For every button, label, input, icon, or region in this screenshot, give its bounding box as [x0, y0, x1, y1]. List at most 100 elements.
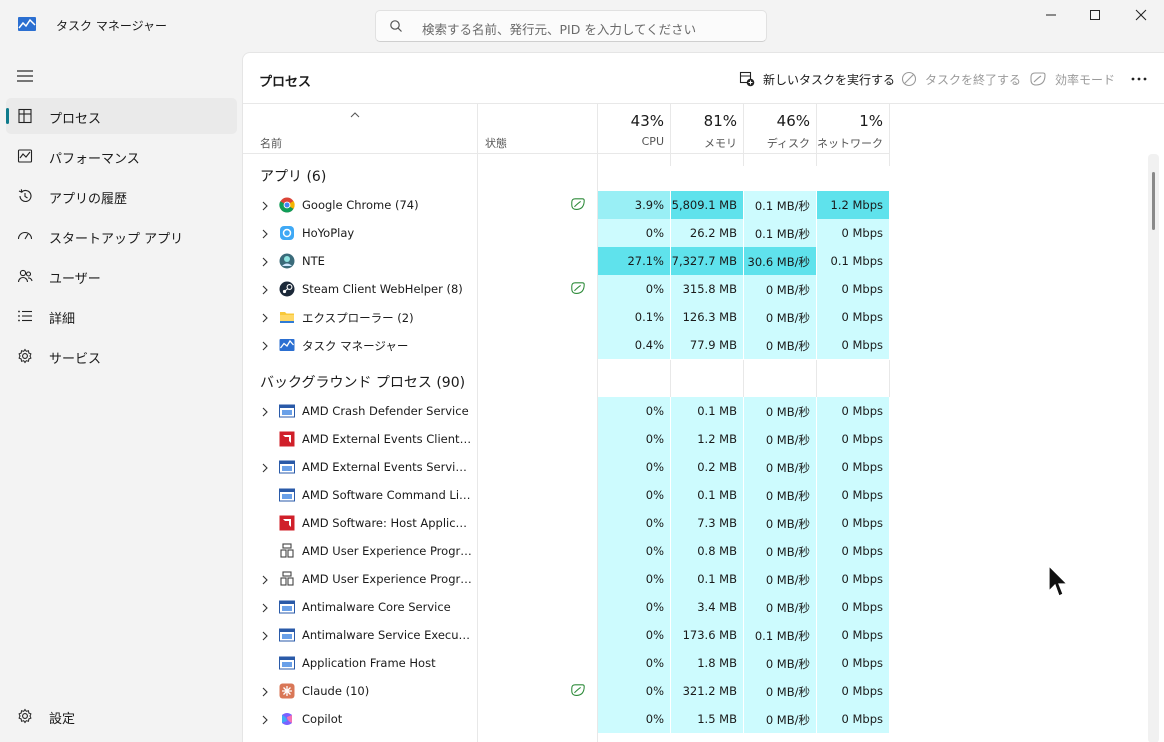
process-row[interactable]: エクスプローラー (2) 0.1% 126.3 MB 0 MB/秒 0 Mbps: [243, 303, 889, 331]
process-row[interactable]: AMD Crash Defender Service 0% 0.1 MB 0 MB/秒…: [243, 397, 889, 425]
network-cell: 0 Mbps: [817, 303, 889, 331]
cpu-cell: 0%: [598, 397, 670, 425]
cpu-cell: 0%: [598, 705, 670, 733]
sidebar-item-services[interactable]: サービス: [6, 338, 237, 374]
expand-chevron-icon[interactable]: [261, 340, 269, 351]
column-divider: [889, 104, 890, 154]
column-header-cpu[interactable]: 43% CPU: [598, 104, 670, 153]
process-row[interactable]: AMD External Events Service ... 0% 0.2 MB 0…: [243, 453, 889, 481]
expand-chevron-icon[interactable]: [261, 714, 269, 725]
sidebar-item-performance[interactable]: パフォーマンス: [6, 138, 237, 174]
column-header-network[interactable]: 1% ネットワーク: [817, 104, 889, 153]
network-cell: 0 Mbps: [817, 677, 889, 705]
end-task-button[interactable]: タスクを終了する: [901, 69, 1021, 89]
process-row[interactable]: Claude (10) 0% 321.2 MB 0 MB/秒 0 Mbps: [243, 677, 889, 705]
active-indicator: [6, 108, 9, 124]
column-header-name[interactable]: 名前: [243, 104, 477, 153]
efficiency-leaf-icon: [570, 197, 586, 213]
process-name: AMD User Experience Progra...: [302, 544, 472, 558]
process-name: HoYoPlay: [302, 226, 355, 240]
expand-chevron-icon[interactable]: [261, 686, 269, 697]
network-cell: 0 Mbps: [817, 621, 889, 649]
process-row[interactable]: AMD Software Command Line... 0% 0.1 MB 0 MB…: [243, 481, 889, 509]
maximize-button[interactable]: [1072, 0, 1118, 30]
more-options-icon[interactable]: [1129, 69, 1149, 89]
expand-chevron-icon[interactable]: [261, 602, 269, 613]
sidebar-item-settings[interactable]: 設定: [6, 698, 237, 734]
disk-cell: 0 MB/秒: [744, 453, 816, 481]
process-name: Antimalware Service Executable: [302, 628, 472, 642]
sidebar-item-app-history[interactable]: アプリの履歴: [6, 178, 237, 214]
service-icon: [279, 627, 295, 643]
cube-icon: [279, 543, 295, 559]
process-row[interactable]: タスク マネージャー 0.4% 77.9 MB 0 MB/秒 0 Mbps: [243, 331, 889, 359]
process-row[interactable]: HoYoPlay 0% 26.2 MB 0.1 MB/秒 0 Mbps: [243, 219, 889, 247]
expand-chevron-icon[interactable]: [261, 630, 269, 641]
hamburger-menu-icon[interactable]: [17, 70, 33, 82]
column-header-disk[interactable]: 46% ディスク: [744, 104, 816, 153]
history-icon: [18, 189, 32, 202]
disk-cell: 30.6 MB/秒: [744, 247, 816, 275]
sidebar: プロセス パフォーマンス アプリの履歴 スタートアップ アプリ ユーザー 詳細 …: [0, 52, 242, 742]
sidebar-item-label: 詳細: [49, 312, 76, 327]
expand-chevron-icon[interactable]: [261, 574, 269, 585]
expand-chevron-icon[interactable]: [261, 228, 269, 239]
process-row[interactable]: AMD User Experience Progra... 0% 0.1 MB 0 M…: [243, 565, 889, 593]
process-row[interactable]: Copilot 0% 1.5 MB 0 MB/秒 0 Mbps: [243, 705, 889, 733]
sort-ascending-icon: [350, 112, 360, 118]
network-cell: 0 Mbps: [817, 453, 889, 481]
disk-cell: 0 MB/秒: [744, 509, 816, 537]
cpu-cell: 0%: [598, 509, 670, 537]
process-row[interactable]: Antimalware Core Service 0% 3.4 MB 0 MB/秒 0 …: [243, 593, 889, 621]
disk-cell: 0 MB/秒: [744, 565, 816, 593]
process-name: Application Frame Host: [302, 656, 436, 670]
expand-chevron-icon[interactable]: [261, 256, 269, 267]
cpu-cell: 0%: [598, 219, 670, 247]
sidebar-item-processes[interactable]: プロセス: [6, 98, 237, 134]
scrollbar-thumb[interactable]: [1152, 172, 1155, 230]
cpu-cell: 0%: [598, 565, 670, 593]
service-icon: [279, 487, 295, 503]
network-cell: 0 Mbps: [817, 397, 889, 425]
process-row[interactable]: AMD External Events Client M... 0% 1.2 MB 0…: [243, 425, 889, 453]
page-title: プロセス: [259, 75, 312, 90]
expand-chevron-icon[interactable]: [261, 462, 269, 473]
prohibited-icon: [901, 71, 917, 87]
memory-cell: 173.6 MB: [671, 621, 743, 649]
disk-cell: 0 MB/秒: [744, 481, 816, 509]
process-row[interactable]: AMD User Experience Progra... 0% 0.8 MB 0 M…: [243, 537, 889, 565]
process-row[interactable]: AMD Software: Host Applicati... 0% 7.3 MB 0…: [243, 509, 889, 537]
expand-chevron-icon[interactable]: [261, 284, 269, 295]
expand-chevron-icon[interactable]: [261, 312, 269, 323]
sidebar-item-users[interactable]: ユーザー: [6, 258, 237, 294]
disk-cell: 0 MB/秒: [744, 649, 816, 677]
cpu-cell: 0%: [598, 481, 670, 509]
expand-chevron-icon[interactable]: [261, 200, 269, 211]
disk-cell: 0 MB/秒: [744, 275, 816, 303]
sidebar-item-label: スタートアップ アプリ: [49, 232, 184, 247]
expand-chevron-icon[interactable]: [261, 406, 269, 417]
column-header-status[interactable]: 状態: [477, 104, 598, 153]
vertical-scrollbar[interactable]: [1148, 154, 1159, 742]
run-new-task-button[interactable]: 新しいタスクを実行する: [739, 69, 895, 89]
process-row[interactable]: Google Chrome (74) 3.9% 5,809.1 MB 0.1 MB/秒…: [243, 191, 889, 219]
group-header-apps: アプリ (6): [260, 169, 327, 185]
sidebar-item-label: アプリの履歴: [49, 192, 128, 207]
efficiency-mode-button[interactable]: 効率モード: [1029, 69, 1115, 89]
group-header-background: バックグラウンド プロセス (90): [260, 375, 466, 391]
column-header-divider: [243, 153, 889, 154]
network-cell: 1.2 Mbps: [817, 191, 889, 219]
minimize-button[interactable]: [1028, 0, 1074, 30]
process-row[interactable]: Steam Client WebHelper (8) 0% 315.8 MB 0 MB…: [243, 275, 889, 303]
memory-cell: 77.9 MB: [671, 331, 743, 359]
close-button[interactable]: [1118, 0, 1164, 30]
process-row[interactable]: Application Frame Host 0% 1.8 MB 0 MB/秒 0 Mb…: [243, 649, 889, 677]
end-task-label: タスクを終了する: [925, 72, 1022, 87]
column-header-memory[interactable]: 81% メモリ: [671, 104, 743, 153]
sidebar-item-startup-apps[interactable]: スタートアップ アプリ: [6, 218, 237, 254]
claude-icon: [279, 683, 295, 699]
sidebar-item-details[interactable]: 詳細: [6, 298, 237, 334]
process-row[interactable]: Antimalware Service Executable 0% 173.6 MB…: [243, 621, 889, 649]
search-input[interactable]: 検索する名前、発行元、PID を入力してください: [375, 10, 767, 42]
process-row[interactable]: NTE 27.1% 7,327.7 MB 30.6 MB/秒 0.1 Mbps: [243, 247, 889, 275]
